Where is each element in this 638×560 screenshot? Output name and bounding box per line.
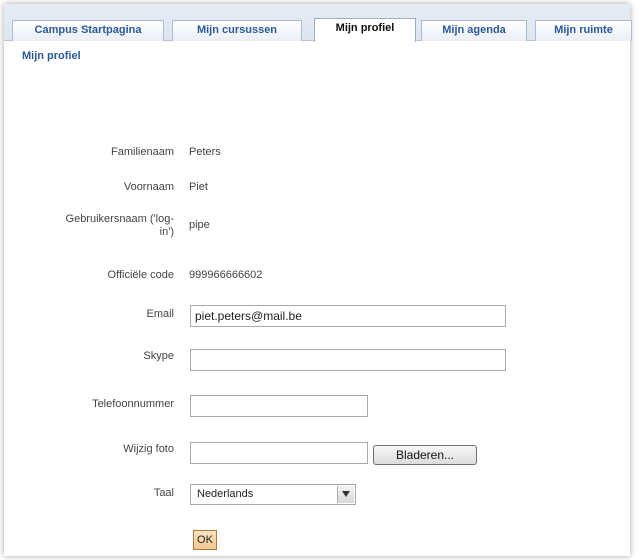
- browse-button[interactable]: Bladeren...: [373, 445, 477, 465]
- skype-label: Skype: [143, 350, 174, 362]
- tab-mijn-cursussen[interactable]: Mijn cursussen: [172, 20, 302, 41]
- tab-bar: Campus Startpagina Mijn cursussen Mijn p…: [4, 4, 632, 42]
- lastname-value: Peters: [189, 146, 221, 158]
- skype-field[interactable]: [190, 349, 506, 371]
- language-select[interactable]: Nederlands: [190, 484, 356, 505]
- tab-mijn-profiel[interactable]: Mijn profiel: [314, 18, 416, 42]
- tab-campus-startpagina[interactable]: Campus Startpagina: [12, 20, 164, 41]
- email-label: Email: [146, 308, 174, 320]
- ok-button[interactable]: OK: [193, 530, 217, 550]
- language-selected-value: Nederlands: [197, 488, 254, 500]
- photo-file-field[interactable]: [190, 442, 368, 464]
- username-label: Gebruikersnaam ('log- in'): [4, 213, 174, 239]
- chevron-down-icon[interactable]: [337, 486, 354, 503]
- language-label: Taal: [153, 487, 174, 499]
- phone-label: Telefoonnummer: [92, 398, 174, 410]
- lastname-label: Familienaam: [111, 146, 174, 158]
- username-value: pipe: [189, 219, 210, 231]
- officialcode-label: Officiële code: [107, 269, 174, 281]
- username-label-line2: in'): [159, 226, 174, 238]
- firstname-label: Voornaam: [123, 181, 174, 193]
- app-frame: Campus Startpagina Mijn cursussen Mijn p…: [4, 4, 632, 556]
- phone-field[interactable]: [190, 395, 368, 417]
- officialcode-value: 999966666602: [189, 269, 263, 281]
- tab-mijn-ruimte[interactable]: Mijn ruimte: [535, 20, 632, 41]
- email-field[interactable]: [190, 305, 506, 327]
- photo-label: Wijzig foto: [123, 443, 174, 455]
- tab-mijn-agenda[interactable]: Mijn agenda: [421, 20, 527, 41]
- username-label-line1: Gebruikersnaam ('log-: [65, 213, 174, 225]
- breadcrumb-mijn-profiel[interactable]: Mijn profiel: [22, 50, 81, 62]
- firstname-value: Piet: [189, 181, 208, 193]
